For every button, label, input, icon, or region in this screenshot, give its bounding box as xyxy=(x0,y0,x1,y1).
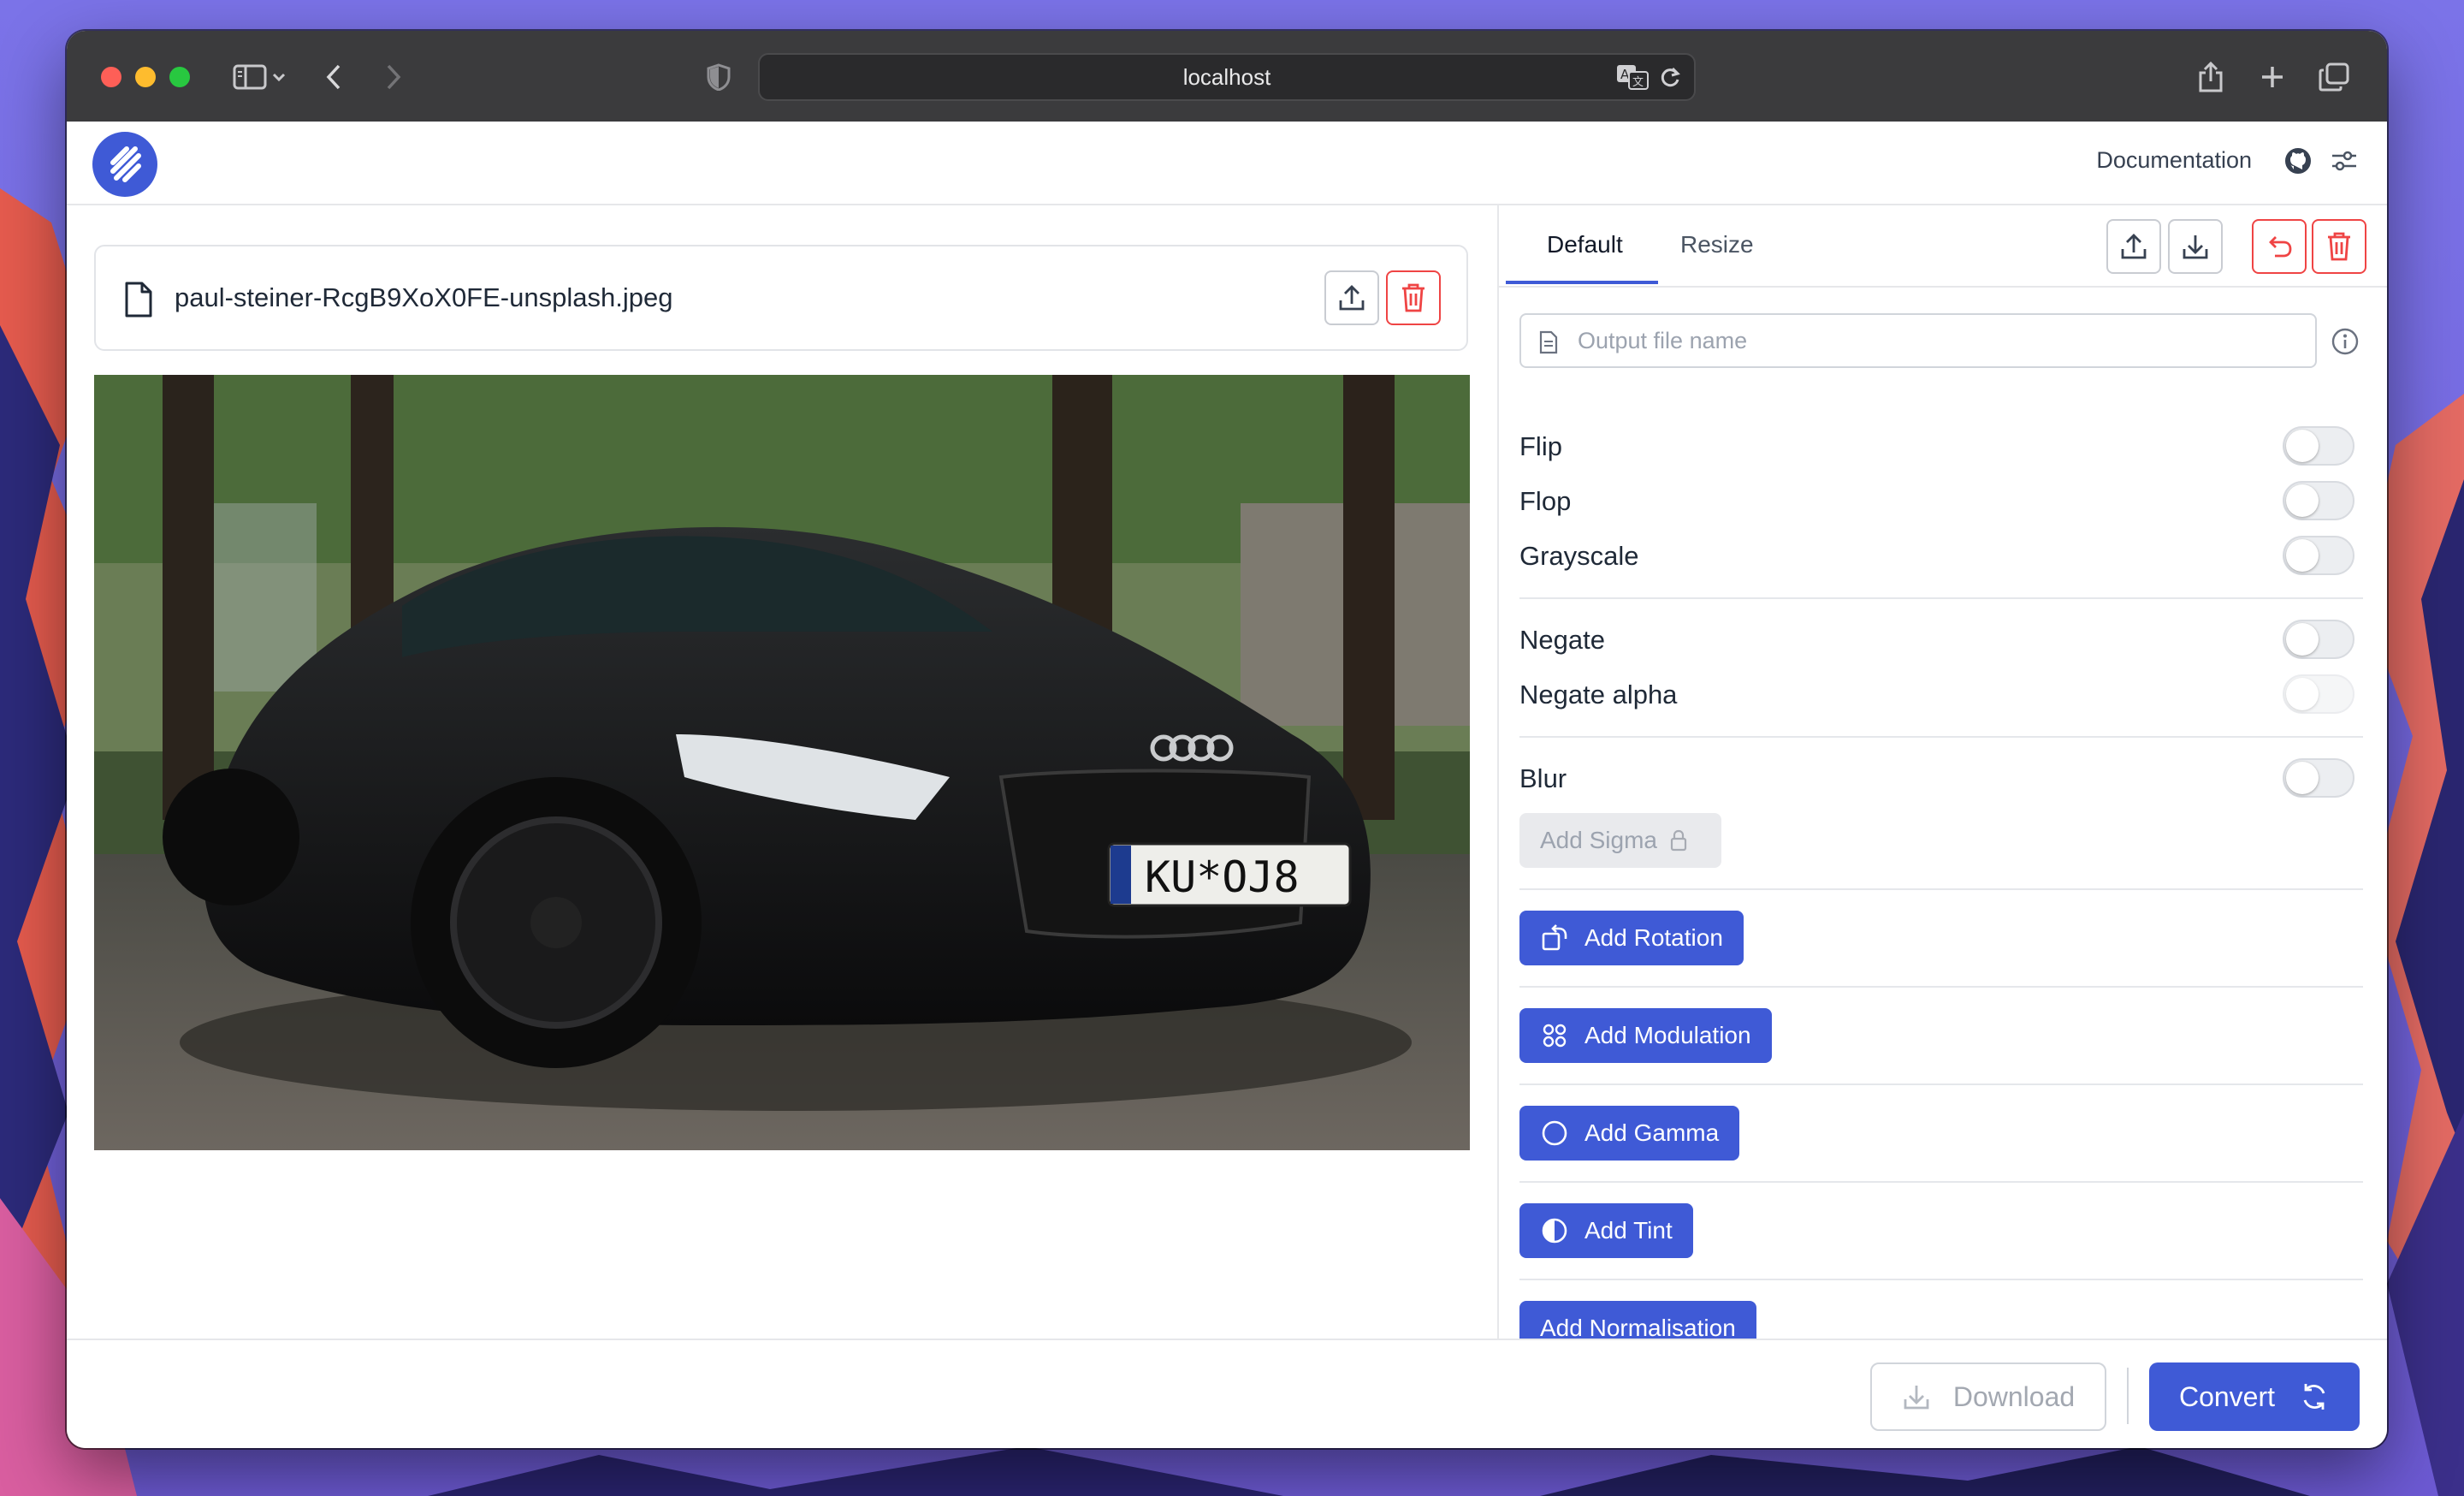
section-divider xyxy=(1519,888,2363,890)
section-divider xyxy=(1519,736,2363,738)
grayscale-toggle[interactable] xyxy=(2283,536,2354,575)
svg-text:文: 文 xyxy=(1632,76,1644,89)
logo-icon[interactable] xyxy=(92,132,157,197)
url-text: localhost xyxy=(1182,63,1271,90)
tabs-overview-icon[interactable] xyxy=(2315,58,2353,96)
grayscale-label: Grayscale xyxy=(1519,541,1639,571)
github-icon[interactable] xyxy=(2281,144,2315,178)
lock-icon xyxy=(1670,829,1687,852)
settings-sliders-icon[interactable] xyxy=(2327,144,2361,178)
flop-toggle[interactable] xyxy=(2283,481,2354,520)
shield-icon[interactable] xyxy=(700,58,737,96)
back-icon[interactable] xyxy=(315,58,352,96)
tabs-bar: Default Resize xyxy=(1499,205,2387,288)
output-filename-input[interactable] xyxy=(1576,326,2315,355)
zoom-window-button[interactable] xyxy=(169,67,190,87)
undo-icon xyxy=(2269,236,2292,258)
add-tint-button[interactable]: Add Tint xyxy=(1519,1203,1693,1258)
half-circle-icon xyxy=(1540,1216,1569,1245)
chevron-down-icon[interactable] xyxy=(269,58,289,96)
browser-window: localhost A文 Documentation paul-steiner-… xyxy=(67,31,2387,1448)
export-settings-button[interactable] xyxy=(2168,219,2223,274)
clear-settings-button[interactable] xyxy=(2312,219,2366,274)
share-icon[interactable] xyxy=(2192,58,2230,96)
download-label: Download xyxy=(1952,1380,2076,1412)
output-filename-field[interactable] xyxy=(1519,313,2317,368)
footer-bar: Download Convert xyxy=(67,1339,2387,1448)
file-name: paul-steiner-RcgB9XoX0FE-unsplash.jpeg xyxy=(175,282,673,312)
tab-resize[interactable]: Resize xyxy=(1680,231,1754,258)
add-modulation-button[interactable]: Add Modulation xyxy=(1519,1008,1772,1063)
negate-alpha-label: Negate alpha xyxy=(1519,680,1678,709)
download-icon xyxy=(2183,235,2208,259)
add-rotation-label: Add Rotation xyxy=(1584,924,1723,951)
negate-label: Negate xyxy=(1519,625,1605,655)
svg-text:KU*OJ8: KU*OJ8 xyxy=(1145,852,1300,902)
flip-toggle[interactable] xyxy=(2283,426,2354,466)
upload-icon xyxy=(2121,234,2147,259)
undo-button[interactable] xyxy=(2252,219,2307,274)
add-gamma-label: Add Gamma xyxy=(1584,1119,1720,1146)
sidebar-icon[interactable] xyxy=(231,58,269,96)
replace-file-button[interactable] xyxy=(1324,270,1379,325)
blur-toggle[interactable] xyxy=(2283,758,2354,798)
trash-icon xyxy=(2328,232,2350,261)
refresh-icon xyxy=(2303,1384,2325,1410)
new-tab-icon[interactable] xyxy=(2254,58,2291,96)
info-icon[interactable] xyxy=(2331,327,2360,356)
blur-label: Blur xyxy=(1519,763,1567,793)
section-divider xyxy=(1519,597,2363,599)
document-icon xyxy=(1539,330,1558,354)
address-bar[interactable]: localhost xyxy=(758,53,1696,101)
app-header: Documentation xyxy=(67,122,2387,205)
add-sigma-button: Add Sigma xyxy=(1519,813,1721,868)
section-divider xyxy=(1519,986,2363,988)
section-divider xyxy=(1519,1279,2363,1280)
add-sigma-label: Add Sigma xyxy=(1540,827,1657,853)
forward-icon[interactable] xyxy=(375,58,412,96)
browser-toolbar: localhost A文 xyxy=(67,31,2387,122)
file-card: paul-steiner-RcgB9XoX0FE-unsplash.jpeg xyxy=(94,245,1468,351)
flop-label: Flop xyxy=(1519,486,1572,516)
close-window-button[interactable] xyxy=(101,67,121,87)
options-panel: Default Resize Flip xyxy=(1497,205,2387,1356)
negate-toggle[interactable] xyxy=(2283,620,2354,659)
flip-label: Flip xyxy=(1519,431,1562,461)
upload-icon xyxy=(1339,285,1365,311)
add-modulation-label: Add Modulation xyxy=(1584,1022,1751,1048)
download-button: Download xyxy=(1870,1362,2106,1431)
import-settings-button[interactable] xyxy=(2106,219,2161,274)
download-icon xyxy=(1904,1386,1929,1410)
section-divider xyxy=(1519,1083,2363,1085)
grid-icon xyxy=(1540,1021,1569,1050)
trash-icon xyxy=(1402,283,1424,312)
add-rotation-button[interactable]: Add Rotation xyxy=(1519,911,1744,965)
image-preview: KU*OJ8 xyxy=(94,375,1470,1150)
reload-icon[interactable] xyxy=(1651,58,1689,96)
convert-label: Convert xyxy=(2178,1380,2276,1412)
minimize-window-button[interactable] xyxy=(135,67,156,87)
convert-button[interactable]: Convert xyxy=(2149,1362,2360,1431)
section-divider xyxy=(1519,1181,2363,1183)
negate-alpha-toggle xyxy=(2283,674,2354,714)
file-icon xyxy=(121,281,156,318)
remove-file-button[interactable] xyxy=(1386,270,1441,325)
add-tint-label: Add Tint xyxy=(1584,1217,1673,1244)
preview-panel: paul-steiner-RcgB9XoX0FE-unsplash.jpeg K… xyxy=(67,205,1497,1339)
add-gamma-button[interactable]: Add Gamma xyxy=(1519,1106,1740,1161)
tab-default[interactable]: Default xyxy=(1547,231,1623,258)
footer-divider xyxy=(2127,1368,2129,1424)
rotate-icon xyxy=(1540,923,1569,953)
circle-icon xyxy=(1540,1119,1569,1148)
translate-icon[interactable]: A文 xyxy=(1614,58,1651,96)
documentation-link[interactable]: Documentation xyxy=(2096,147,2252,174)
active-tab-indicator xyxy=(1506,281,1658,284)
